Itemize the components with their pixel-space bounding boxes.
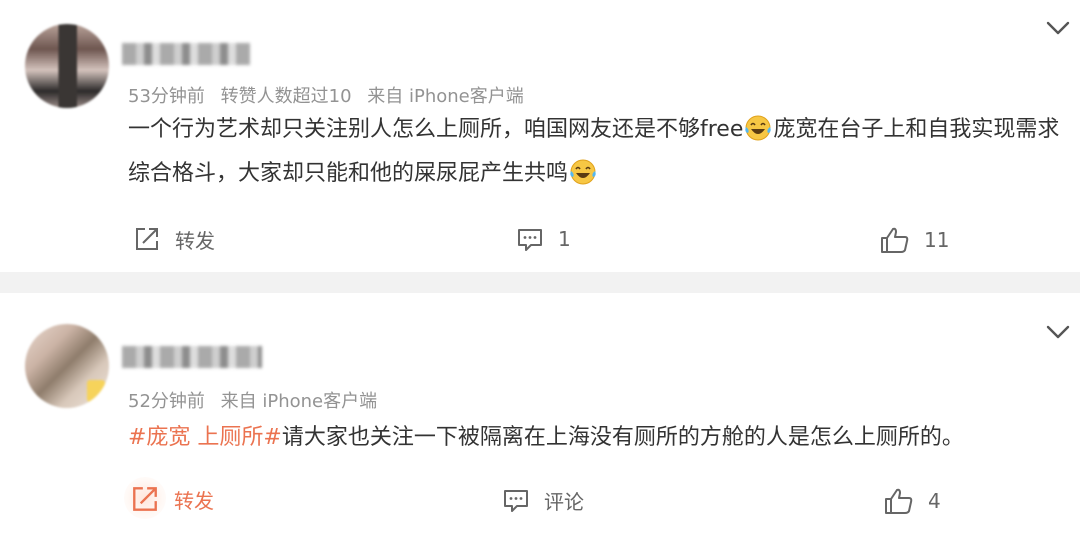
comment-button[interactable]: 1 [516,224,571,254]
avatar[interactable] [25,324,109,408]
laughing-tears-emoji [570,159,596,185]
share-icon [136,228,158,250]
comment-icon [504,490,528,512]
avatar-badge [87,380,105,402]
username-blurred[interactable] [122,346,262,368]
like-button[interactable]: 11 [880,225,949,255]
share-icon [133,487,157,511]
timestamp: 52分钟前 [128,391,205,412]
comment-button[interactable]: 评论 [502,485,584,515]
topic-link[interactable]: #庞宽 上厕所# [128,425,282,450]
comment-icon [518,229,542,251]
comment-text: #庞宽 上厕所#请大家也关注一下被隔离在上海没有厕所的方舱的人是怎么上厕所的。 [128,416,1068,460]
thumbs-up-icon [885,488,913,514]
laughing-tears-emoji [745,115,772,141]
repost-stat: 转赞人数超过10 [220,86,352,107]
source-client: 来自 iPhone客户端 [367,86,524,107]
comment-label: 评论 [544,489,584,514]
repost-label: 转发 [175,228,215,253]
avatar[interactable] [25,24,109,108]
comment-count: 1 [558,227,571,251]
repost-button[interactable]: 转发 [133,224,215,254]
divider [0,272,1080,293]
comment-text-part: 一个行为艺术却只关注别人怎么上厕所，咱国网友还是不够free [128,117,744,142]
like-button[interactable]: 4 [884,486,941,516]
repost-button[interactable]: 转发 [130,484,214,514]
timestamp: 53分钟前 [128,86,205,107]
comment-text: 一个行为艺术却只关注别人怎么上厕所，咱国网友还是不够free 庞宽在台子上和自我… [128,108,1068,196]
comment-meta: 53分钟前 转赞人数超过10 来自 iPhone客户端 [128,82,524,108]
thumbs-up-icon [881,227,909,253]
comment-text-part: 请大家也关注一下被隔离在上海没有厕所的方舱的人是怎么上厕所的。 [281,425,964,450]
comment-meta: 52分钟前 来自 iPhone客户端 [128,387,377,413]
username-blurred[interactable] [122,43,250,65]
repost-label: 转发 [174,488,214,513]
like-count: 4 [928,489,941,513]
source-client: 来自 iPhone客户端 [220,391,378,412]
chevron-down-icon[interactable] [1046,324,1070,340]
chevron-down-icon[interactable] [1046,20,1070,36]
like-count: 11 [924,228,950,252]
